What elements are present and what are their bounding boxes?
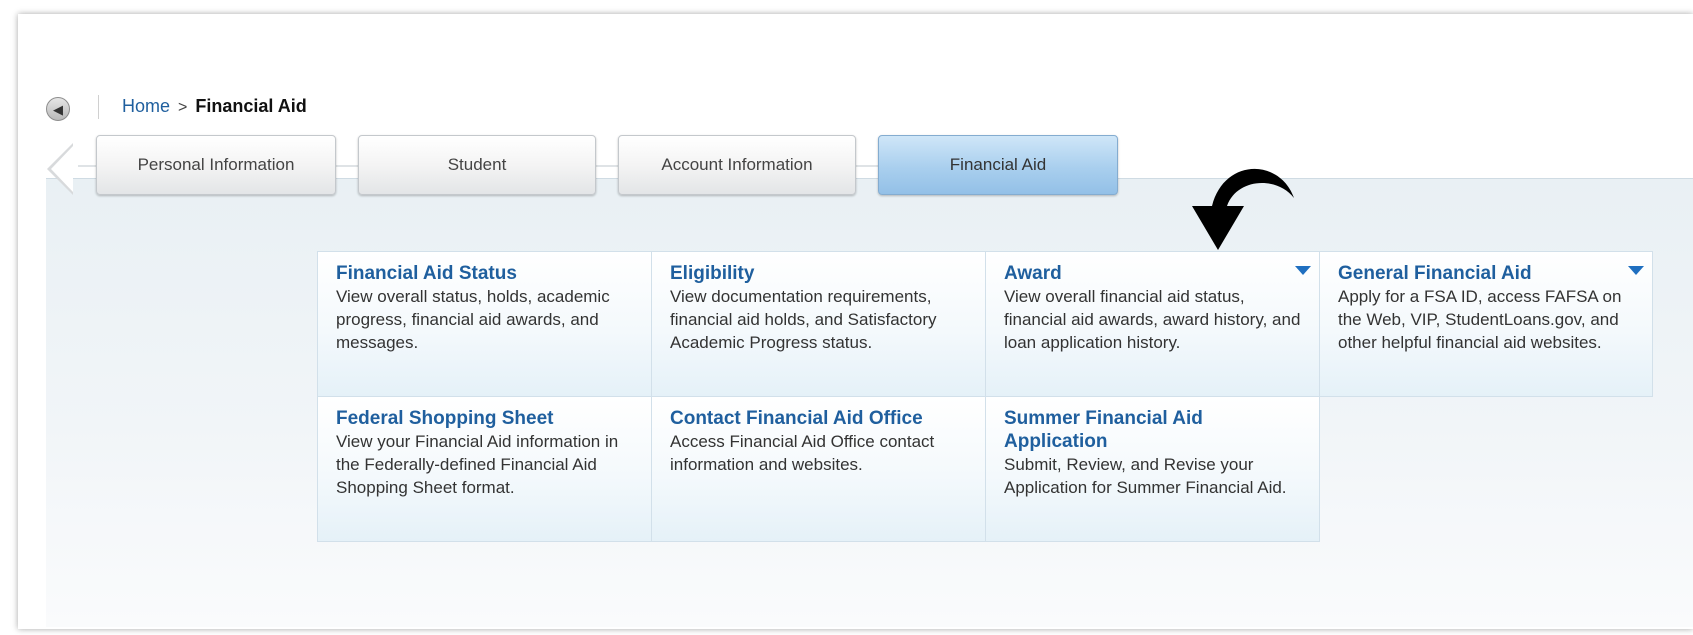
card-title[interactable]: Eligibility xyxy=(670,262,967,285)
breadcrumb-separator: > xyxy=(178,99,188,116)
card-award[interactable]: Award View overall financial aid status,… xyxy=(985,251,1320,397)
chevron-left-icon-inner xyxy=(51,146,73,192)
card-title[interactable]: Financial Aid Status xyxy=(336,262,633,285)
caret-down-icon[interactable] xyxy=(1295,266,1311,275)
breadcrumb-home-link[interactable]: Home xyxy=(122,96,170,116)
card-description: Access Financial Aid Office contact info… xyxy=(670,432,935,474)
card-general-financial-aid[interactable]: General Financial Aid Apply for a FSA ID… xyxy=(1319,251,1653,397)
tab-account-information[interactable]: Account Information xyxy=(618,135,856,195)
card-contact-financial-aid-office[interactable]: Contact Financial Aid Office Access Fina… xyxy=(651,396,986,542)
card-description: Apply for a FSA ID, access FAFSA on the … xyxy=(1338,287,1622,352)
card-financial-aid-status[interactable]: Financial Aid Status View overall status… xyxy=(317,251,652,397)
card-description: View documentation requirements, financi… xyxy=(670,287,937,352)
tab-connector xyxy=(596,165,618,167)
caret-down-icon[interactable] xyxy=(1628,266,1644,275)
tab-financial-aid[interactable]: Financial Aid xyxy=(878,135,1118,195)
card-description: View overall status, holds, academic pro… xyxy=(336,287,610,352)
card-title[interactable]: Summer Financial Aid Application xyxy=(1004,407,1301,453)
card-federal-shopping-sheet[interactable]: Federal Shopping Sheet View your Financi… xyxy=(317,396,652,542)
tab-personal-information[interactable]: Personal Information xyxy=(96,135,336,195)
breadcrumb: Home > Financial Aid xyxy=(122,96,307,117)
curved-arrow-icon xyxy=(1192,168,1294,250)
card-description: Submit, Review, and Revise your Applicat… xyxy=(1004,455,1287,497)
card-title[interactable]: Federal Shopping Sheet xyxy=(336,407,633,430)
back-arrow-icon[interactable]: ◀ xyxy=(46,97,70,121)
card-title[interactable]: Award xyxy=(1004,262,1301,285)
tab-connector xyxy=(336,165,358,167)
card-title[interactable]: Contact Financial Aid Office xyxy=(670,407,967,430)
card-description: View overall financial aid status, finan… xyxy=(1004,287,1301,352)
card-title[interactable]: General Financial Aid xyxy=(1338,262,1634,285)
breadcrumb-current: Financial Aid xyxy=(195,96,307,116)
tab-connector xyxy=(856,165,878,167)
tab-connector xyxy=(78,165,96,167)
breadcrumb-divider xyxy=(98,95,99,119)
card-eligibility[interactable]: Eligibility View documentation requireme… xyxy=(651,251,986,397)
card-description: View your Financial Aid information in t… xyxy=(336,432,619,497)
card-summer-financial-aid-application[interactable]: Summer Financial Aid Application Submit,… xyxy=(985,396,1320,542)
tab-student[interactable]: Student xyxy=(358,135,596,195)
